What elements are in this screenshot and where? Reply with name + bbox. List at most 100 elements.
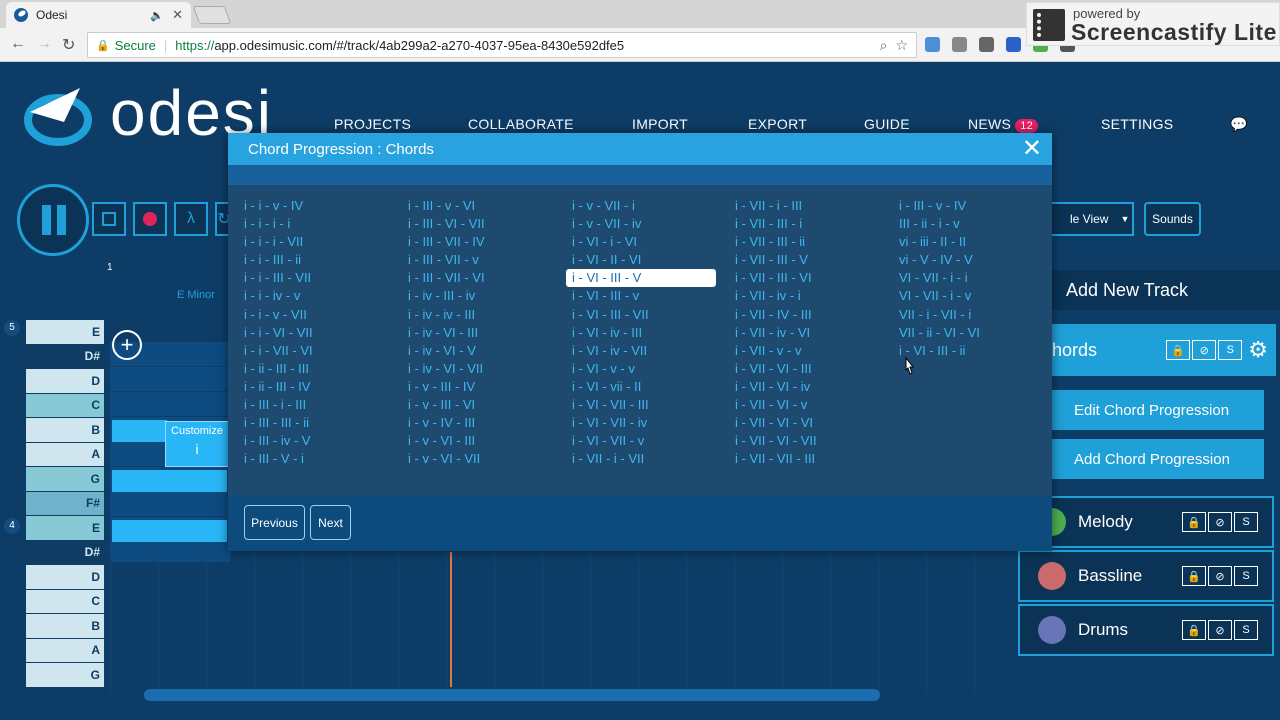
- chord-progression-option[interactable]: i - VII - III - i: [733, 215, 893, 233]
- customize-chord-button[interactable]: Customize i: [165, 421, 229, 467]
- chord-progression-option[interactable]: i - III - v - VI: [406, 197, 566, 215]
- chord-progression-option[interactable]: i - i - v - VII: [242, 306, 402, 324]
- chord-progression-option[interactable]: i - VII - v - v: [733, 342, 893, 360]
- piano-key[interactable]: C: [26, 393, 104, 418]
- nav-import[interactable]: IMPORT: [632, 116, 688, 132]
- track-melody[interactable]: Melody 🔒 ⊘ S: [1018, 496, 1274, 548]
- piano-key[interactable]: D#: [26, 540, 104, 565]
- chord-progression-option[interactable]: i - VII - VI - III: [733, 360, 893, 378]
- chord-progression-option[interactable]: i - VII - III - ii: [733, 233, 893, 251]
- nav-settings[interactable]: SETTINGS: [1101, 116, 1173, 132]
- previous-button[interactable]: Previous: [244, 505, 305, 540]
- chord-progression-option[interactable]: i - III - i - III: [242, 396, 402, 414]
- track-drums[interactable]: Drums 🔒 ⊘ S: [1018, 604, 1274, 656]
- piano-key[interactable]: A: [26, 442, 104, 467]
- chord-progression-option[interactable]: i - v - IV - III: [406, 414, 566, 432]
- chord-progression-option[interactable]: i - VI - iv - III: [570, 324, 730, 342]
- new-tab-button[interactable]: [192, 6, 232, 24]
- solo-icon[interactable]: S: [1234, 512, 1258, 532]
- pause-button[interactable]: [17, 184, 89, 256]
- record-button[interactable]: [133, 202, 167, 236]
- browser-tab[interactable]: Odesi 🔈 ✕: [6, 2, 191, 28]
- chord-progression-option[interactable]: i - VI - III - V: [566, 269, 716, 288]
- extension-icon[interactable]: [952, 37, 967, 52]
- back-arrow-icon[interactable]: ←: [10, 35, 26, 53]
- chord-progression-option[interactable]: i - III - iv - V: [242, 432, 402, 450]
- hide-icon[interactable]: ⊘: [1192, 340, 1217, 360]
- chord-progression-option[interactable]: i - VII - i - VII: [570, 450, 730, 468]
- chord-progression-option[interactable]: i - i - VI - VII: [242, 324, 402, 342]
- playhead[interactable]: [450, 552, 452, 687]
- chord-progression-option[interactable]: i - VII - VI - iv: [733, 378, 893, 396]
- lock-icon[interactable]: 🔒: [1182, 620, 1206, 640]
- chord-progression-option[interactable]: i - v - VII - iv: [570, 215, 730, 233]
- edit-chord-progression-button[interactable]: Edit Chord Progression: [1052, 390, 1264, 430]
- chord-progression-option[interactable]: i - VI - i - VI: [570, 233, 730, 251]
- chord-progression-option[interactable]: i - III - VII - v: [406, 251, 566, 269]
- chord-progression-option[interactable]: i - VI - iv - VII: [570, 342, 730, 360]
- gear-icon[interactable]: ⚙: [1248, 337, 1268, 363]
- chord-progression-option[interactable]: i - III - VI - VII: [406, 215, 566, 233]
- chord-progression-option[interactable]: i - VII - III - V: [733, 251, 893, 269]
- sounds-button[interactable]: Sounds: [1144, 202, 1201, 236]
- chord-progression-option[interactable]: i - VI - III - ii: [897, 342, 1057, 360]
- chord-progression-option[interactable]: i - III - III - ii: [242, 414, 402, 432]
- chord-progression-option[interactable]: i - v - VI - III: [406, 432, 566, 450]
- url-omnibox[interactable]: 🔒 Secure | https://app.odesimusic.com/#/…: [87, 32, 917, 58]
- chord-progression-option[interactable]: i - VII - VI - v: [733, 396, 893, 414]
- piano-key[interactable]: F#: [26, 491, 104, 516]
- tab-close-icon[interactable]: ✕: [172, 7, 183, 23]
- chord-progression-option[interactable]: i - VI - VII - III: [570, 396, 730, 414]
- piano-key[interactable]: B: [26, 614, 104, 639]
- chord-progression-option[interactable]: i - VII - iv - VI: [733, 324, 893, 342]
- chord-progression-option[interactable]: VII - i - VII - i: [897, 306, 1057, 324]
- chord-progression-option[interactable]: i - III - v - IV: [897, 197, 1057, 215]
- add-chord-progression-button[interactable]: Add Chord Progression: [1052, 439, 1264, 479]
- chord-progression-option[interactable]: i - VI - VII - iv: [570, 414, 730, 432]
- chord-progression-option[interactable]: i - v - III - IV: [406, 378, 566, 396]
- bookmark-star-icon[interactable]: ☆: [895, 37, 908, 54]
- chord-progression-option[interactable]: i - iv - VI - III: [406, 324, 566, 342]
- piano-key[interactable]: G: [26, 467, 104, 492]
- forward-arrow-icon[interactable]: →: [36, 35, 52, 53]
- chord-progression-option[interactable]: i - VI - v - v: [570, 360, 730, 378]
- chord-progression-option[interactable]: i - iv - VI - V: [406, 342, 566, 360]
- chord-progression-option[interactable]: i - VII - III - VI: [733, 269, 893, 287]
- chord-progression-option[interactable]: i - v - III - VI: [406, 396, 566, 414]
- chord-progression-option[interactable]: i - III - V - i: [242, 450, 402, 468]
- chat-bubble-icon[interactable]: 💬: [1230, 116, 1247, 133]
- piano-key[interactable]: E: [26, 320, 104, 345]
- chord-progression-option[interactable]: i - iv - VI - VII: [406, 360, 566, 378]
- chord-progression-option[interactable]: i - i - III - ii: [242, 251, 402, 269]
- chord-progression-option[interactable]: i - ii - III - IV: [242, 378, 402, 396]
- chord-progression-option[interactable]: i - VI - vii - II: [570, 378, 730, 396]
- url-text[interactable]: https://app.odesimusic.com/#/track/4ab29…: [175, 38, 871, 53]
- chord-progression-option[interactable]: VI - VII - i - i: [897, 269, 1057, 287]
- chord-progression-option[interactable]: i - i - VII - VI: [242, 342, 402, 360]
- piano-key[interactable]: D: [26, 369, 104, 394]
- lower-note-grid[interactable]: [110, 552, 1010, 692]
- nav-collaborate[interactable]: COLLABORATE: [468, 116, 574, 132]
- chord-progression-option[interactable]: i - VI - II - VI: [570, 251, 730, 269]
- chord-progression-option[interactable]: i - iv - III - iv: [406, 287, 566, 305]
- zoom-icon[interactable]: ⌕: [880, 37, 888, 54]
- close-icon[interactable]: ✕: [1022, 137, 1042, 161]
- piano-key[interactable]: D: [26, 565, 104, 590]
- track-bassline[interactable]: Bassline 🔒 ⊘ S: [1018, 550, 1274, 602]
- reload-icon[interactable]: ↻: [62, 35, 75, 55]
- add-chord-button[interactable]: +: [112, 330, 142, 360]
- chord-progression-option[interactable]: i - i - i - i: [242, 215, 402, 233]
- solo-icon[interactable]: S: [1218, 340, 1243, 360]
- nav-projects[interactable]: PROJECTS: [334, 116, 411, 132]
- metronome-button[interactable]: λ: [174, 202, 208, 236]
- extension-icon[interactable]: [925, 37, 940, 52]
- chord-progression-option[interactable]: vi - iii - II - II: [897, 233, 1057, 251]
- piano-key[interactable]: B: [26, 418, 104, 443]
- chord-progression-option[interactable]: i - VII - IV - III: [733, 306, 893, 324]
- piano-key[interactable]: E: [26, 516, 104, 541]
- horizontal-scrollbar[interactable]: [144, 689, 880, 701]
- next-button[interactable]: Next: [310, 505, 351, 540]
- chord-progression-option[interactable]: i - v - VI - VII: [406, 450, 566, 468]
- chord-progression-option[interactable]: vi - V - IV - V: [897, 251, 1057, 269]
- lock-icon[interactable]: 🔒: [1166, 340, 1191, 360]
